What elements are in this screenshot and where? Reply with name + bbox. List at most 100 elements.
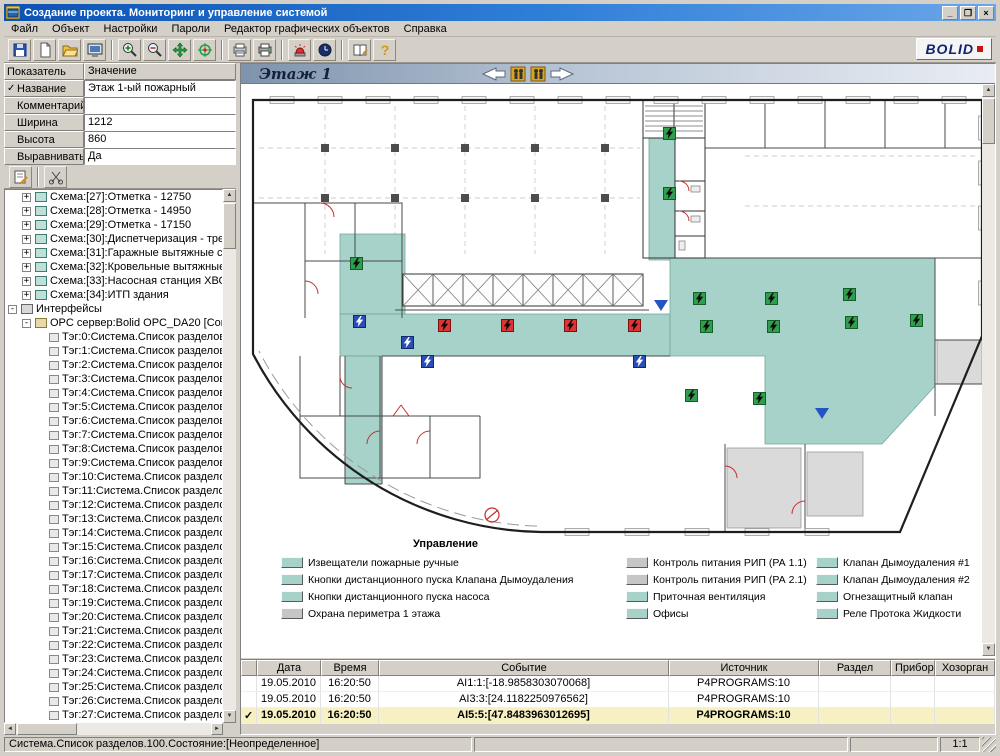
tree-item[interactable]: Тэг:25:Система.Список разделов.60.Состоя…: [5, 680, 222, 694]
menu-item[interactable]: Пароли: [164, 22, 217, 36]
tree-item[interactable]: Тэг:7:Система.Список разделов.21.Состоян…: [5, 428, 222, 442]
legend-swatch[interactable]: [281, 557, 303, 568]
open-folder-button[interactable]: [58, 39, 81, 61]
event-row[interactable]: 19.05.2010 16:20:50 AI1:1:[-18.985830307…: [241, 676, 995, 692]
tree-toggle[interactable]: +: [22, 291, 31, 300]
tree-item[interactable]: Тэг:27:Система.Список разделов.101.Состо…: [5, 708, 222, 722]
tree-item[interactable]: Тэг:24:Система.Список разделов.54.Состоя…: [5, 666, 222, 680]
tree-toggle[interactable]: +: [22, 235, 31, 244]
menu-item[interactable]: Редактор графических объектов: [217, 22, 397, 36]
close-button[interactable]: ×: [978, 6, 994, 20]
tree-toggle[interactable]: +: [22, 263, 31, 272]
tree-item[interactable]: Тэг:0:Система.Список разделов.1.Состояни…: [5, 330, 222, 344]
tree-item[interactable]: + Схема:[33]:Насосная станция ХВС: [5, 274, 222, 288]
fire-red-marker[interactable]: [501, 319, 514, 332]
tree-toggle[interactable]: +: [22, 249, 31, 258]
legend-swatch[interactable]: [626, 591, 648, 602]
column-header-section[interactable]: Раздел: [819, 660, 891, 676]
column-header-source[interactable]: Источник: [669, 660, 819, 676]
event-row[interactable]: 19.05.2010 16:20:50 AI3:3:[24.1182250976…: [241, 692, 995, 708]
nav-left-arrow-icon[interactable]: [482, 67, 506, 81]
device-blue-marker[interactable]: [401, 336, 414, 349]
fire-green-marker[interactable]: [767, 320, 780, 333]
maximize-button[interactable]: ❐: [960, 6, 976, 20]
legend-swatch[interactable]: [626, 608, 648, 619]
legend-swatch[interactable]: [626, 574, 648, 585]
legend-swatch[interactable]: [281, 591, 303, 602]
tree-item[interactable]: Тэг:23:Система.Список разделов.53.Состоя…: [5, 652, 222, 666]
fire-green-marker[interactable]: [350, 257, 363, 270]
tree-item[interactable]: + Схема:[30]:Диспетчеризация - тревоги и…: [5, 232, 222, 246]
property-value[interactable]: [84, 97, 236, 114]
property-value[interactable]: 1212: [84, 114, 236, 131]
pan-button[interactable]: [168, 39, 191, 61]
fire-green-marker[interactable]: [845, 316, 858, 329]
tree-item[interactable]: Тэг:6:Система.Список разделов.20.Состоян…: [5, 414, 222, 428]
export-button[interactable]: [228, 39, 251, 61]
fire-green-marker[interactable]: [693, 292, 706, 305]
zoom-out-button[interactable]: [143, 39, 166, 61]
tree-item[interactable]: + Схема:[34]:ИТП здания: [5, 288, 222, 302]
column-header-device[interactable]: Прибор: [891, 660, 935, 676]
tree-toggle[interactable]: -: [8, 305, 17, 314]
tree-item[interactable]: + Схема:[31]:Гаражные вытяжные системы: [5, 246, 222, 260]
tree-item[interactable]: Тэг:10:Система.Список разделов.30.Состоя…: [5, 470, 222, 484]
tree-item[interactable]: Тэг:11:Система.Список разделов.31.Состоя…: [5, 484, 222, 498]
tree-item[interactable]: Тэг:9:Система.Список разделов.23.Состоян…: [5, 456, 222, 470]
legend-swatch[interactable]: [626, 557, 648, 568]
device-blue-marker[interactable]: [633, 355, 646, 368]
tree-item[interactable]: Тэг:15:Система.Список разделов.40.Состоя…: [5, 540, 222, 554]
menu-item[interactable]: Файл: [4, 22, 45, 36]
legend-swatch[interactable]: [281, 574, 303, 585]
fire-green-marker[interactable]: [765, 292, 778, 305]
tree-item[interactable]: Тэг:13:Система.Список разделов.33.Состоя…: [5, 512, 222, 526]
help-button[interactable]: ?: [373, 39, 396, 61]
save-button[interactable]: [8, 39, 31, 61]
fire-green-marker[interactable]: [843, 288, 856, 301]
scroll-left-icon[interactable]: [4, 723, 16, 735]
tree-item[interactable]: + Схема:[28]:Отметка - 14950: [5, 204, 222, 218]
scroll-up-icon[interactable]: [982, 84, 995, 97]
tree-item[interactable]: Тэг:17:Система.Список разделов.42.Состоя…: [5, 568, 222, 582]
scroll-down-icon[interactable]: [982, 643, 995, 656]
tree-item[interactable]: Тэг:18:Система.Список разделов.43.Состоя…: [5, 582, 222, 596]
minimize-button[interactable]: _: [942, 6, 958, 20]
tree-item[interactable]: Тэг:1:Система.Список разделов.2.Состояни…: [5, 344, 222, 358]
tree-item[interactable]: Тэг:4:Система.Список разделов.11.Состоян…: [5, 386, 222, 400]
fire-green-marker[interactable]: [663, 187, 676, 200]
event-row[interactable]: ✓ 19.05.2010 16:20:50 AI5:5:[47.84839630…: [241, 708, 995, 724]
menu-item[interactable]: Настройки: [97, 22, 165, 36]
legend-swatch[interactable]: [816, 608, 838, 619]
tree-item[interactable]: Тэг:2:Система.Список разделов.3.Состояни…: [5, 358, 222, 372]
property-value[interactable]: Этаж 1-ый пожарный: [84, 80, 236, 97]
fire-green-marker[interactable]: [663, 127, 676, 140]
print-button[interactable]: [253, 39, 276, 61]
valve-triangle-marker[interactable]: [654, 300, 668, 311]
tree-item[interactable]: Тэг:21:Система.Список разделов.51.Состоя…: [5, 624, 222, 638]
fire-red-marker[interactable]: [438, 319, 451, 332]
legend-swatch[interactable]: [816, 591, 838, 602]
fire-green-marker[interactable]: [685, 389, 698, 402]
preview-button[interactable]: [83, 39, 106, 61]
fire-green-marker[interactable]: [910, 314, 923, 327]
tree-item[interactable]: Тэг:14:Система.Список разделов.34.Состоя…: [5, 526, 222, 540]
scroll-right-icon[interactable]: [211, 723, 223, 735]
clock-button[interactable]: [313, 39, 336, 61]
tree-item[interactable]: + Схема:[29]:Отметка - 17150: [5, 218, 222, 232]
legend-swatch[interactable]: [281, 608, 303, 619]
tree-item[interactable]: Тэг:5:Система.Список разделов.12.Состоян…: [5, 400, 222, 414]
tree-item[interactable]: Тэг:19:Система.Список разделов.44.Состоя…: [5, 596, 222, 610]
menu-item[interactable]: Объект: [45, 22, 96, 36]
tree-toggle[interactable]: +: [22, 207, 31, 216]
tree-item[interactable]: Тэг:20:Система.Список разделов.50.Состоя…: [5, 610, 222, 624]
tree-toggle[interactable]: -: [22, 319, 31, 328]
floor-plan-canvas[interactable]: Управление Извещатели пожарные ручные Кн…: [241, 84, 983, 657]
fire-red-marker[interactable]: [564, 319, 577, 332]
tree-item[interactable]: - Интерфейсы: [5, 302, 222, 316]
tree-horizontal-scrollbar[interactable]: [4, 723, 223, 735]
tree-item[interactable]: Тэг:8:Система.Список разделов.22.Состоян…: [5, 442, 222, 456]
tree-toggle[interactable]: +: [22, 277, 31, 286]
tree-item[interactable]: - OPC сервер:Bolid OPC_DA20 [CoreOrion O…: [5, 316, 222, 330]
tree-toggle[interactable]: +: [22, 193, 31, 202]
column-header-event[interactable]: Событие: [379, 660, 669, 676]
